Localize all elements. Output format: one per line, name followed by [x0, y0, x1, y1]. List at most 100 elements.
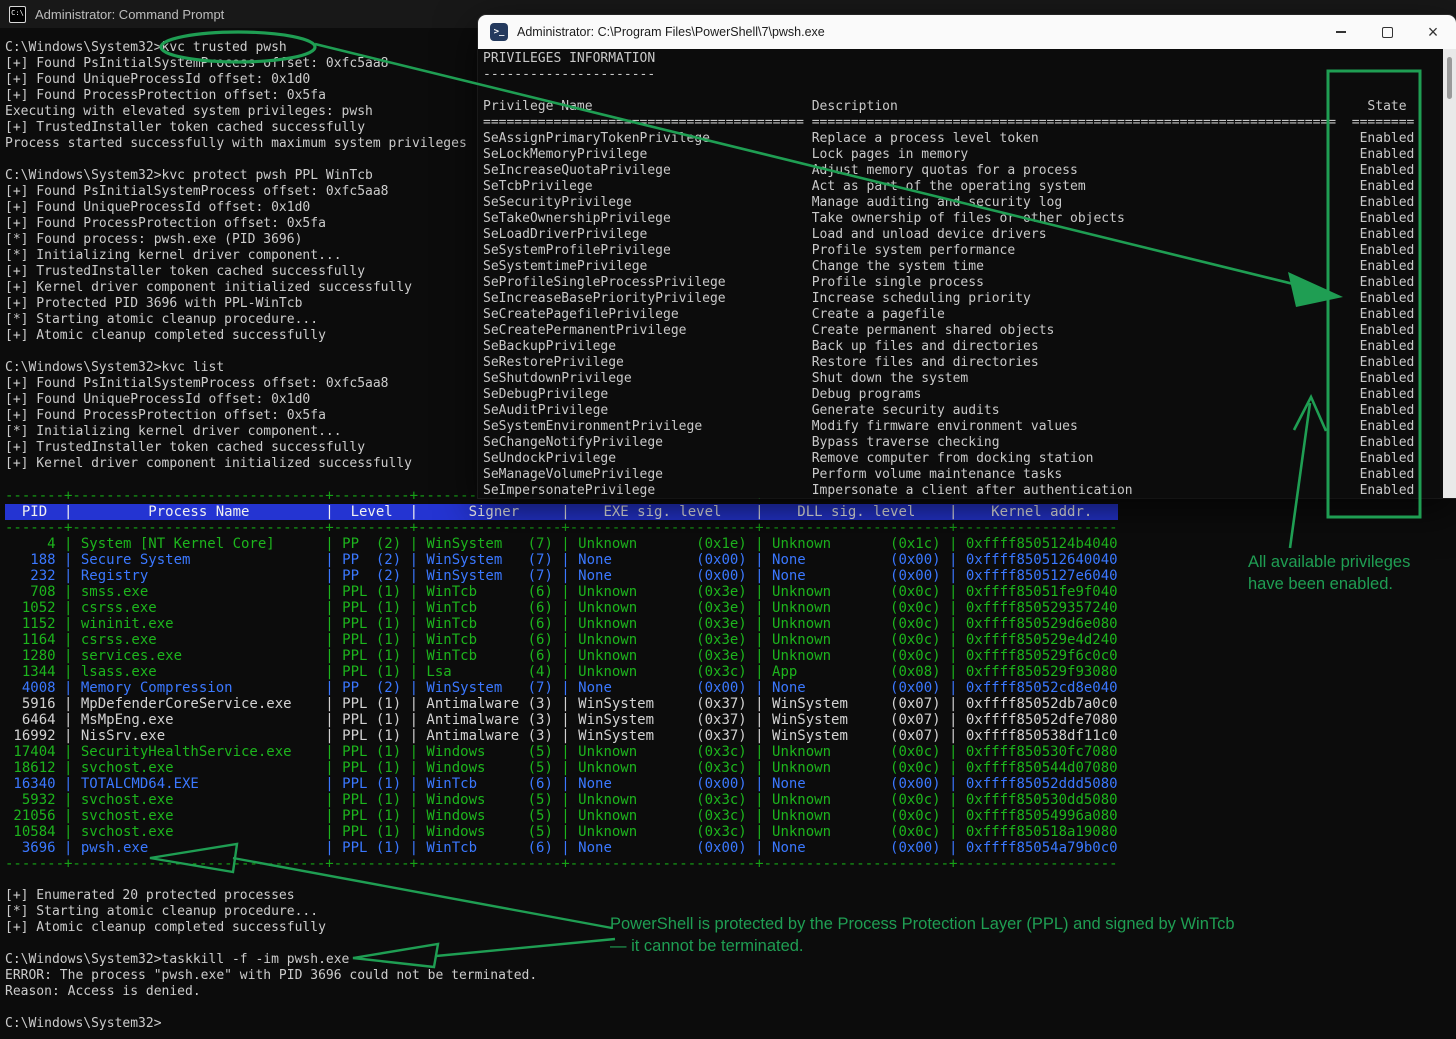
table-row: 6464 | MsMpEng.exe | PPL (1) | Antimalwa… — [5, 712, 1118, 728]
console-line: [+] Found PsInitialSystemProcess offset:… — [5, 376, 467, 392]
privilege-row: SeBackupPrivilege Back up files and dire… — [483, 339, 1443, 355]
scrollbar-thumb[interactable] — [1447, 57, 1452, 99]
console-line: Reason: Access is denied. — [5, 984, 537, 1000]
table-row: 1052 | csrss.exe | PPL (1) | WinTcb (6) … — [5, 600, 1118, 616]
table-row: 3696 | pwsh.exe | PPL (1) | WinTcb (6) |… — [5, 840, 1118, 856]
privilege-row: SeSystemEnvironmentPrivilege Modify firm… — [483, 419, 1443, 435]
privilege-row: SeShutdownPrivilege Shut down the system… — [483, 371, 1443, 387]
table-separator: -------+------------------------------+-… — [5, 856, 1118, 872]
console-line: [+] TrustedInstaller token cached succes… — [5, 264, 467, 280]
privileges-column-headers: Privilege Name Description State — [483, 99, 1443, 115]
console-line: [+] Protected PID 3696 with PPL-WinTcb — [5, 296, 467, 312]
privilege-row: SeManageVolumePrivilege Perform volume m… — [483, 467, 1443, 483]
table-row: 232 | Registry | PP (2) | WinSystem (7) … — [5, 568, 1118, 584]
console-line: [+] Found UniqueProcessId offset: 0x1d0 — [5, 200, 467, 216]
console-line: [+] Found UniqueProcessId offset: 0x1d0 — [5, 392, 467, 408]
privilege-row: SeChangeNotifyPrivilege Bypass traverse … — [483, 435, 1443, 451]
table-row: 10584 | svchost.exe | PPL (1) | Windows … — [5, 824, 1118, 840]
console-line: [+] Found PsInitialSystemProcess offset:… — [5, 184, 467, 200]
table-row: 5916 | MpDefenderCoreService.exe | PPL (… — [5, 696, 1118, 712]
minimize-icon — [1336, 31, 1346, 33]
privileges-heading-underline: ---------------------- — [483, 67, 1443, 83]
privilege-row: SeSystemtimePrivilege Change the system … — [483, 259, 1443, 275]
console-line: [+] Found PsInitialSystemProcess offset:… — [5, 56, 467, 72]
screenshot-stage: C:\ Administrator: Command Prompt C:\Win… — [0, 0, 1456, 1039]
console-line: C:\Windows\System32>kvc protect pwsh PPL… — [5, 168, 467, 184]
privilege-row: SeTcbPrivilege Act as part of the operat… — [483, 179, 1443, 195]
privileges-note: All available privileges have been enabl… — [1248, 551, 1410, 595]
privilege-row: SeLockMemoryPrivilege Lock pages in memo… — [483, 147, 1443, 163]
console-line: [+] Kernel driver component initialized … — [5, 456, 467, 472]
console-line — [5, 344, 467, 360]
console-line: [*] Initializing kernel driver component… — [5, 424, 467, 440]
privilege-row: SeUndockPrivilege Remove computer from d… — [483, 451, 1443, 467]
close-icon: × — [1428, 23, 1439, 41]
table-row: 5932 | svchost.exe | PPL (1) | Windows (… — [5, 792, 1118, 808]
console-line: [*] Found process: pwsh.exe (PID 3696) — [5, 232, 467, 248]
privilege-row: SeImpersonatePrivilege Impersonate a cli… — [483, 483, 1443, 498]
console-line: [+] Kernel driver component initialized … — [5, 280, 467, 296]
privilege-row: SeProfileSingleProcessPrivilege Profile … — [483, 275, 1443, 291]
cmd-console-output[interactable]: C:\Windows\System32>kvc trusted pwsh[+] … — [5, 40, 467, 472]
privilege-row: SeDebugPrivilege Debug programs Enabled — [483, 387, 1443, 403]
privilege-row: SeRestorePrivilege Restore files and dir… — [483, 355, 1443, 371]
maximize-button[interactable] — [1364, 15, 1410, 49]
console-line: C:\Windows\System32>kvc trusted pwsh — [5, 40, 467, 56]
table-row: 188 | Secure System | PP (2) | WinSystem… — [5, 552, 1118, 568]
console-line: [+] Atomic cleanup completed successfull… — [5, 920, 537, 936]
console-line: C:\Windows\System32>kvc list — [5, 360, 467, 376]
console-line: C:\Windows\System32>taskkill -f -im pwsh… — [5, 952, 537, 968]
ppl-note: PowerShell is protected by the Process P… — [610, 913, 1235, 957]
console-line: [+] TrustedInstaller token cached succes… — [5, 120, 467, 136]
console-line: ERROR: The process "pwsh.exe" with PID 3… — [5, 968, 537, 984]
table-row: 1280 | services.exe | PPL (1) | WinTcb (… — [5, 648, 1118, 664]
cmd-console-bottom[interactable]: [+] Enumerated 20 protected processes[*]… — [5, 888, 537, 1032]
cmd-window-title: Administrator: Command Prompt — [35, 7, 224, 22]
table-row: 17404 | SecurityHealthService.exe | PPL … — [5, 744, 1118, 760]
cmd-icon: C:\ — [9, 6, 26, 23]
privilege-row: SeAssignPrimaryTokenPrivilege Replace a … — [483, 131, 1443, 147]
pwsh-window-title: Administrator: C:\Program Files\PowerShe… — [517, 25, 825, 39]
ppl-note-line1: PowerShell is protected by the Process P… — [610, 913, 1235, 935]
maximize-icon — [1382, 27, 1393, 38]
privilege-row: SeLoadDriverPrivilege Load and unload de… — [483, 227, 1443, 243]
pwsh-window: >_ Administrator: C:\Program Files\Power… — [478, 15, 1456, 498]
console-line: [*] Starting atomic cleanup procedure... — [5, 312, 467, 328]
privilege-row: SeSecurityPrivilege Manage auditing and … — [483, 195, 1443, 211]
pwsh-console-output[interactable]: PRIVILEGES INFORMATION------------------… — [478, 49, 1443, 498]
console-line: [+] Enumerated 20 protected processes — [5, 888, 537, 904]
privilege-row: SeSystemProfilePrivilege Profile system … — [483, 243, 1443, 259]
minimize-button[interactable] — [1318, 15, 1364, 49]
console-line: Executing with elevated system privilege… — [5, 104, 467, 120]
powershell-icon: >_ — [490, 23, 508, 41]
pwsh-titlebar[interactable]: >_ Administrator: C:\Program Files\Power… — [478, 15, 1456, 49]
table-row: 21056 | svchost.exe | PPL (1) | Windows … — [5, 808, 1118, 824]
console-line — [5, 936, 537, 952]
console-line — [5, 152, 467, 168]
privileges-note-line1: All available privileges — [1248, 551, 1410, 573]
table-row: 4008 | Memory Compression | PP (2) | Win… — [5, 680, 1118, 696]
console-line: [+] Found ProcessProtection offset: 0x5f… — [5, 408, 467, 424]
table-row: 16992 | NisSrv.exe | PPL (1) | Antimalwa… — [5, 728, 1118, 744]
console-line: Process started successfully with maximu… — [5, 136, 467, 152]
table-header-row: PID | Process Name | Level | Signer | EX… — [5, 504, 1118, 520]
privileges-header-separator: ========================================… — [483, 115, 1443, 131]
table-row: 708 | smss.exe | PPL (1) | WinTcb (6) | … — [5, 584, 1118, 600]
table-row: 1152 | wininit.exe | PPL (1) | WinTcb (6… — [5, 616, 1118, 632]
table-row: 1164 | csrss.exe | PPL (1) | WinTcb (6) … — [5, 632, 1118, 648]
window-controls: × — [1318, 15, 1456, 49]
pwsh-scrollbar[interactable] — [1443, 49, 1456, 498]
console-line: [+] Atomic cleanup completed successfull… — [5, 328, 467, 344]
table-separator: -------+------------------------------+-… — [5, 520, 1118, 536]
table-row: 4 | System [NT Kernel Core] | PP (2) | W… — [5, 536, 1118, 552]
privilege-row: SeIncreaseQuotaPrivilege Adjust memory q… — [483, 163, 1443, 179]
privilege-row: SeTakeOwnershipPrivilege Take ownership … — [483, 211, 1443, 227]
privilege-row: SeCreatePagefilePrivilege Create a pagef… — [483, 307, 1443, 323]
close-button[interactable]: × — [1410, 15, 1456, 49]
ppl-note-line2: — it cannot be terminated. — [610, 935, 1235, 957]
console-line: [*] Starting atomic cleanup procedure... — [5, 904, 537, 920]
privileges-heading: PRIVILEGES INFORMATION — [483, 51, 1443, 67]
console-line: [+] Found UniqueProcessId offset: 0x1d0 — [5, 72, 467, 88]
console-line: [+] TrustedInstaller token cached succes… — [5, 440, 467, 456]
privilege-row: SeCreatePermanentPrivilege Create perman… — [483, 323, 1443, 339]
